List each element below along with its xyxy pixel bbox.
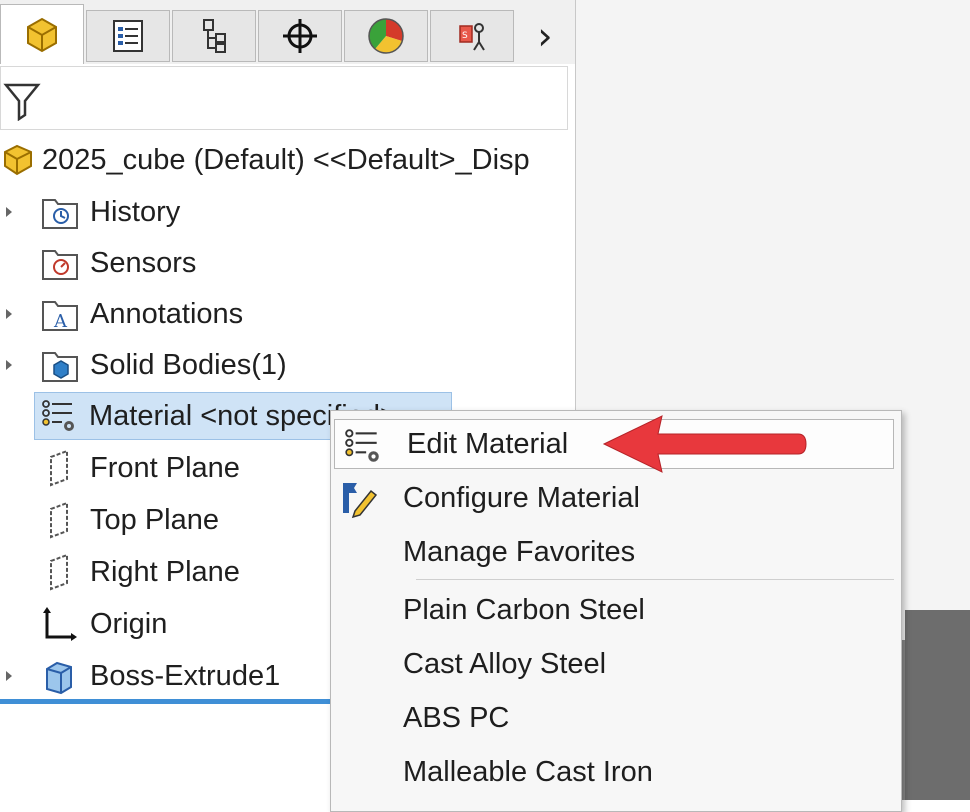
part-icon	[27, 17, 57, 52]
tree-item-solid-bodies[interactable]: Solid Bodies(1)	[40, 343, 287, 387]
menu-item-label: Edit Material	[407, 427, 569, 460]
tree-item-top-plane[interactable]: Top Plane	[40, 498, 219, 542]
history-folder-icon	[40, 192, 80, 232]
rollback-bar[interactable]	[0, 699, 330, 704]
tree-item-label: Annotations	[90, 297, 244, 330]
material-icon	[345, 429, 379, 462]
part-icon	[0, 140, 38, 180]
material-icon	[39, 396, 79, 436]
cam-tab[interactable]: S	[430, 10, 514, 62]
tree-item-origin[interactable]: Origin	[40, 602, 167, 646]
svg-text:A: A	[53, 311, 68, 332]
tree-item-right-plane[interactable]: Right Plane	[40, 550, 240, 594]
filter-bar[interactable]	[0, 66, 568, 130]
manager-tab-bar: S ›	[0, 0, 575, 64]
plane-icon	[40, 448, 80, 488]
propertymanager-tab[interactable]	[86, 10, 170, 62]
color-wheel-icon	[368, 18, 404, 54]
menu-item-label: ABS PC	[403, 701, 510, 734]
tree-item-label: History	[90, 195, 181, 228]
tree-item-sensors[interactable]: Sensors	[40, 241, 196, 285]
expand-caret-icon[interactable]	[4, 359, 14, 371]
tree-item-label: Right Plane	[90, 555, 240, 588]
chevron-right-icon: ›	[537, 14, 553, 58]
origin-icon	[40, 604, 80, 644]
tree-item-label: Origin	[90, 607, 168, 640]
plane-icon	[40, 500, 80, 540]
expand-caret-icon[interactable]	[4, 206, 14, 218]
sensors-folder-icon	[40, 243, 80, 283]
expand-caret-icon[interactable]	[4, 670, 14, 682]
more-tabs-button[interactable]: ›	[520, 14, 570, 58]
menu-separator	[416, 579, 894, 580]
svg-text:S: S	[462, 31, 468, 41]
menu-item-label: Malleable Cast Iron	[403, 755, 653, 788]
tree-item-label: Front Plane	[90, 451, 240, 484]
tree-item-front-plane[interactable]: Front Plane	[40, 446, 240, 490]
cam-icon: S	[459, 23, 485, 51]
filter-icon[interactable]	[3, 81, 41, 121]
menu-item-abs-pc[interactable]: ABS PC	[331, 693, 891, 743]
menu-item-label: Cast Alloy Steel	[403, 647, 607, 680]
tree-item-annotations[interactable]: A Annotations	[40, 292, 243, 336]
property-list-icon	[113, 20, 143, 52]
annotations-folder-icon: A	[40, 294, 80, 334]
dimxpert-tab[interactable]	[258, 10, 342, 62]
tree-item-label: Top Plane	[90, 503, 219, 536]
crosshair-icon	[283, 19, 317, 53]
tree-item-boss-extrude1[interactable]: Boss-Extrude1	[40, 654, 280, 698]
solid-bodies-folder-icon	[40, 345, 80, 385]
red-arrow-icon	[602, 415, 807, 473]
menu-item-cast-alloy-steel[interactable]: Cast Alloy Steel	[331, 639, 891, 689]
menu-item-configure-material[interactable]: Configure Material	[331, 473, 891, 523]
extrude-icon	[40, 656, 80, 696]
tree-item-history[interactable]: History	[40, 190, 180, 234]
menu-item-label: Plain Carbon Steel	[403, 593, 645, 626]
model-face	[905, 610, 970, 800]
tree-item-label: Boss-Extrude1	[90, 659, 281, 692]
configuration-icon	[203, 19, 226, 53]
configure-pencil-icon	[343, 483, 378, 519]
menu-item-malleable-cast-iron[interactable]: Malleable Cast Iron	[331, 747, 891, 797]
tree-root[interactable]: 2025_cube (Default) <<Default>_Disp	[0, 138, 530, 182]
menu-item-label: Configure Material	[403, 481, 640, 514]
menu-item-label: Manage Favorites	[403, 535, 636, 568]
menu-item-manage-favorites[interactable]: Manage Favorites	[331, 527, 891, 577]
tree-item-label: Sensors	[90, 246, 197, 279]
menu-item-plain-carbon-steel[interactable]: Plain Carbon Steel	[331, 585, 891, 635]
expand-caret-icon[interactable]	[4, 308, 14, 320]
tree-root-label: 2025_cube (Default) <<Default>_Disp	[42, 143, 530, 176]
display-manager-tab[interactable]	[344, 10, 428, 62]
configuration-manager-tab[interactable]	[172, 10, 256, 62]
plane-icon	[40, 552, 80, 592]
tree-item-label: Solid Bodies(1)	[90, 348, 287, 381]
featuremanager-tab[interactable]	[0, 4, 84, 64]
